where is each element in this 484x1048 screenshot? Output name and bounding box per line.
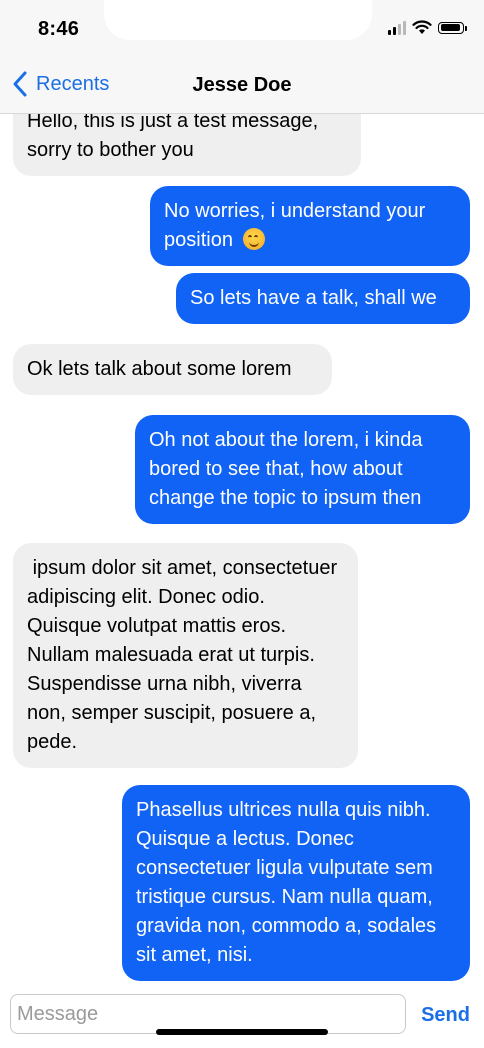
message-bubble-incoming: Hello, this is just a test message, sorr… <box>13 114 361 176</box>
message-bubble-outgoing: No worries, i understand your position <box>150 186 470 266</box>
device-notch <box>104 0 372 40</box>
message-bubble-outgoing: Phasellus ultrices nulla quis nibh. Quis… <box>122 785 470 981</box>
home-indicator[interactable] <box>156 1029 328 1035</box>
send-button[interactable]: Send <box>421 1004 470 1027</box>
wifi-icon <box>412 20 432 34</box>
battery-icon <box>438 21 467 34</box>
message-bubble-outgoing: So lets have a talk, shall we <box>176 273 470 324</box>
cellular-signal-icon <box>388 20 406 35</box>
message-list[interactable]: Hello, this is just a test message, sorr… <box>0 114 484 986</box>
message-composer: Send <box>0 986 484 1048</box>
message-bubble-incoming: Ok lets talk about some lorem <box>13 344 332 395</box>
status-time: 8:46 <box>38 18 80 40</box>
message-text: No worries, i understand your position <box>164 200 431 251</box>
status-bar: 8:46 <box>0 0 484 58</box>
smiling-face-emoji-icon <box>242 228 265 250</box>
conversation-title: Jesse Doe <box>192 74 292 96</box>
status-icons <box>388 20 467 35</box>
message-bubble-incoming: ipsum dolor sit amet, consectetuer adipi… <box>13 543 358 768</box>
message-input[interactable] <box>10 994 406 1034</box>
navigation-bar: Recents Jesse Doe <box>0 58 484 114</box>
message-bubble-outgoing: Oh not about the lorem, i kinda bored to… <box>135 415 470 524</box>
